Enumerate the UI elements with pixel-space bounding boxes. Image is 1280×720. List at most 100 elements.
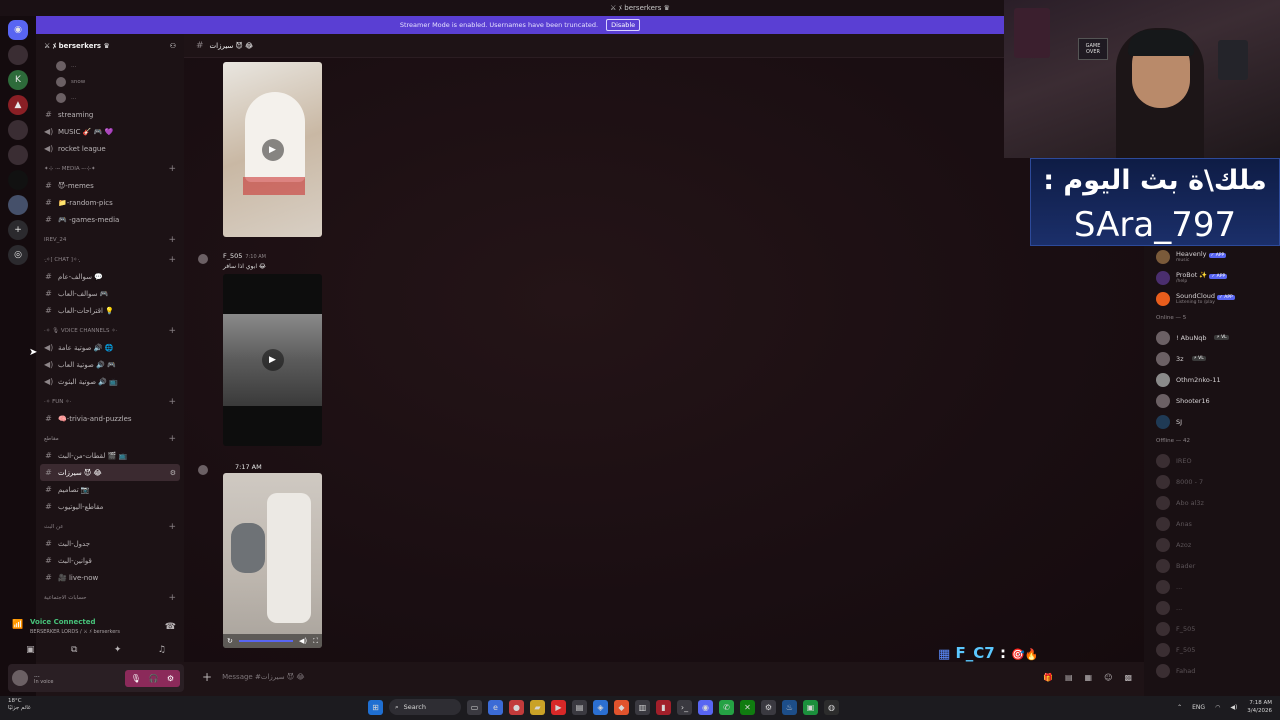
start-icon[interactable]: ⊞ bbox=[368, 699, 383, 715]
app-icon[interactable]: ◈ bbox=[593, 699, 608, 715]
member-item[interactable]: 3z ⚡ VL bbox=[1144, 348, 1280, 369]
voice-user[interactable]: ... bbox=[36, 58, 184, 74]
clock[interactable]: 7:18 AM 3/4/2026 bbox=[1247, 699, 1272, 715]
member-item[interactable]: Anas bbox=[1144, 513, 1280, 534]
voice-status-sub[interactable]: BERSERKER LORDS / ⚔ ﾒ berserkers bbox=[30, 628, 120, 635]
channel-stream-clips[interactable]: # لقطات-من-البث 🎬 📺 bbox=[36, 447, 184, 464]
video-progress-bar[interactable] bbox=[238, 640, 293, 642]
channel-youtube-clips[interactable]: # مقاطع-اليوتيوب bbox=[36, 498, 184, 515]
channel-games-media[interactable]: # 🎮 -games-media bbox=[36, 211, 184, 228]
disconnect-icon[interactable]: ☎ bbox=[165, 622, 176, 632]
gift-icon[interactable]: 🎁 bbox=[1043, 673, 1053, 682]
member-item[interactable]: F_505 bbox=[1144, 618, 1280, 639]
server-icon[interactable] bbox=[8, 120, 28, 140]
app-icon[interactable]: ▣ bbox=[803, 699, 818, 715]
member-item[interactable]: ... bbox=[1144, 597, 1280, 618]
channel-rules[interactable]: # قوانين-البث bbox=[36, 552, 184, 569]
whatsapp-icon[interactable]: ✆ bbox=[719, 699, 734, 715]
obs-icon[interactable]: ◍ bbox=[824, 699, 839, 715]
composer-placeholder[interactable]: Message #سيرزات 😈 😂 bbox=[222, 673, 304, 681]
member-item[interactable]: ... bbox=[1144, 576, 1280, 597]
disable-streamer-mode-button[interactable]: Disable bbox=[606, 19, 641, 31]
screen-share-icon[interactable]: ⧉ bbox=[71, 645, 77, 655]
settings-gear-icon[interactable]: ⚙ bbox=[167, 674, 174, 683]
channel-settings-icon[interactable]: ⚙ bbox=[170, 469, 180, 477]
message-composer[interactable]: + Message #سيرزات 😈 😂 🎁 ▤ ▦ ☺ ▩ bbox=[194, 666, 1144, 688]
channel-game-suggestions[interactable]: # اقتراحات-العاب 💡 bbox=[36, 302, 184, 319]
discord-taskbar-icon[interactable]: ◉ bbox=[698, 699, 713, 715]
category-socials[interactable]: حسابات الاجتماعية + bbox=[36, 589, 184, 606]
weather-widget[interactable]: 18°C غائم جزئيًا bbox=[8, 698, 31, 712]
language-indicator[interactable]: ENG bbox=[1192, 704, 1205, 711]
app-icon[interactable]: ▥ bbox=[635, 699, 650, 715]
voice-user[interactable]: ... bbox=[36, 90, 184, 106]
video-attachment[interactable]: ▶ bbox=[223, 62, 322, 237]
member-item[interactable]: Othm2nko-11 bbox=[1144, 369, 1280, 390]
fullscreen-icon[interactable]: ⛶ bbox=[313, 637, 318, 646]
channel-games-chat[interactable]: # سوالف-العاب 🎮 bbox=[36, 285, 184, 302]
member-item[interactable]: SJ bbox=[1144, 411, 1280, 432]
search-box[interactable]: ⌕ Search bbox=[389, 699, 461, 715]
category-stream[interactable]: عن البث + bbox=[36, 518, 184, 535]
server-icon[interactable] bbox=[8, 145, 28, 165]
channel-random-pics[interactable]: # 📁-random-pics bbox=[36, 194, 184, 211]
server-header[interactable]: ⚔ ﾒ berserkers ♛ ⚇ bbox=[36, 34, 184, 58]
server-icon[interactable] bbox=[8, 170, 28, 190]
add-server-icon[interactable]: + bbox=[8, 220, 28, 240]
activities-icon[interactable]: ✦ bbox=[114, 645, 122, 655]
xbox-icon[interactable]: ✕ bbox=[740, 699, 755, 715]
member-item[interactable]: Bader bbox=[1144, 555, 1280, 576]
app-icon[interactable]: ▮ bbox=[656, 699, 671, 715]
server-icon[interactable]: ▲ bbox=[8, 95, 28, 115]
category-irev[interactable]: IREV_24 + bbox=[36, 231, 184, 248]
server-icon[interactable] bbox=[8, 45, 28, 65]
youtube-icon[interactable]: ▶ bbox=[551, 699, 566, 715]
video-icon[interactable]: ▣ bbox=[26, 645, 35, 655]
channel-current[interactable]: # سيرزات 😈 😂 ⚙ bbox=[40, 464, 180, 481]
member-item[interactable]: IREO bbox=[1144, 450, 1280, 471]
voice-user[interactable]: snow bbox=[36, 74, 184, 90]
channel-voice-streams[interactable]: ◀) صوتية البثوث 🔊 📺 bbox=[36, 373, 184, 390]
member-item[interactable]: ProBot ✨ ✓ APP/help bbox=[1144, 267, 1280, 288]
category-fun[interactable]: ·✧ FUN ✧· + bbox=[36, 393, 184, 410]
channel-live-now[interactable]: # 🎥 live-now bbox=[36, 569, 184, 586]
channel-rocket-league[interactable]: ◀) rocket league bbox=[36, 140, 184, 157]
task-view-icon[interactable]: ▭ bbox=[467, 699, 482, 715]
steam-icon[interactable]: ♨ bbox=[782, 699, 797, 715]
message-author[interactable]: F_505 7:10 AM bbox=[223, 252, 266, 260]
channel-schedule[interactable]: # جدول-البث bbox=[36, 535, 184, 552]
member-item[interactable]: F_505 bbox=[1144, 639, 1280, 660]
server-icon[interactable]: K bbox=[8, 70, 28, 90]
avatar[interactable] bbox=[198, 465, 208, 475]
add-member-icon[interactable]: ⚇ bbox=[170, 42, 176, 50]
chevron-up-icon[interactable]: ⌃ bbox=[1177, 704, 1182, 711]
channel-music[interactable]: ◀) MUSIC 🎸 🎮 💜 bbox=[36, 123, 184, 140]
member-item[interactable]: Shooter16 bbox=[1144, 390, 1280, 411]
member-item[interactable]: 8000 - 7 bbox=[1144, 471, 1280, 492]
channel-trivia[interactable]: # 🧠-trivia-and-puzzles bbox=[36, 410, 184, 427]
app-icon[interactable]: ▤ bbox=[572, 699, 587, 715]
soundboard-icon[interactable]: ♫ bbox=[158, 645, 166, 655]
channel-voice-games[interactable]: ◀) صوتية العاب 🔊 🎮 bbox=[36, 356, 184, 373]
play-icon[interactable]: ▶ bbox=[261, 138, 284, 161]
volume-icon[interactable]: ◀) bbox=[1230, 704, 1237, 711]
channel-general-chat[interactable]: # سوالف-عام 💬 bbox=[36, 268, 184, 285]
play-icon[interactable]: ▶ bbox=[261, 349, 284, 371]
discord-home-icon[interactable]: ◉ bbox=[8, 20, 28, 40]
avatar[interactable] bbox=[198, 254, 208, 264]
channel-memes[interactable]: # 😈-memes bbox=[36, 177, 184, 194]
channel-designs[interactable]: # تصاميم 📷 bbox=[36, 481, 184, 498]
sticker-icon[interactable]: ▦ bbox=[1085, 673, 1093, 682]
category-chat[interactable]: ·̩͙✧[ CHAT ]✧·̩͙ + bbox=[36, 251, 184, 268]
avatar[interactable] bbox=[12, 670, 28, 686]
category-voice[interactable]: ·✧ 🎙 Voice Channels ✧· + bbox=[36, 322, 184, 339]
gif-icon[interactable]: ▤ bbox=[1065, 673, 1073, 682]
channel-streaming[interactable]: # streaming bbox=[36, 106, 184, 123]
member-item[interactable]: Fahad bbox=[1144, 660, 1280, 681]
channel-voice-general[interactable]: ◀) صوتية عامة 🔊 🌐 bbox=[36, 339, 184, 356]
mute-mic-icon[interactable]: 🎙 bbox=[131, 674, 141, 683]
brave-icon[interactable]: ◆ bbox=[614, 699, 629, 715]
settings-icon[interactable]: ⚙ bbox=[761, 699, 776, 715]
add-attachment-icon[interactable]: + bbox=[202, 670, 212, 684]
record-icon[interactable]: ● bbox=[509, 699, 524, 715]
